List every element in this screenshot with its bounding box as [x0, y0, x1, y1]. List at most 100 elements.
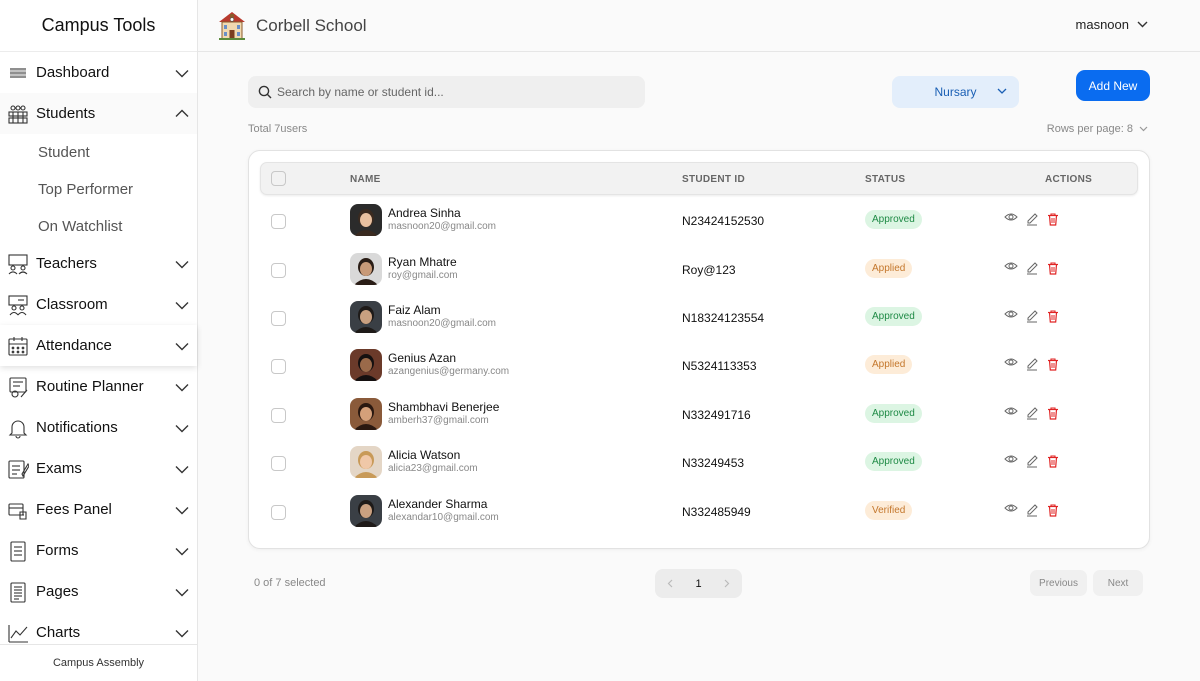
row-checkbox[interactable]: [271, 359, 286, 374]
row-checkbox[interactable]: [271, 408, 286, 423]
delete-icon[interactable]: [1046, 454, 1060, 468]
chevron-down-icon[interactable]: [175, 339, 189, 353]
sidebar-item-label: Attendance: [36, 337, 112, 354]
select-all-checkbox[interactable]: [271, 171, 286, 186]
chevron-right-icon[interactable]: [724, 579, 730, 588]
sidebar-item-attendance[interactable]: Attendance: [0, 325, 197, 366]
student-name: Alexander Sharma: [388, 497, 488, 511]
chevron-down-icon[interactable]: [175, 585, 189, 599]
sidebar-item-label: Students: [36, 105, 96, 122]
edit-icon[interactable]: [1025, 357, 1039, 371]
chevron-down-icon[interactable]: [175, 462, 189, 476]
chevron-down-icon[interactable]: [175, 544, 189, 558]
student-name: Faiz Alam: [388, 303, 441, 317]
edit-icon[interactable]: [1025, 503, 1039, 517]
edit-icon[interactable]: [1025, 261, 1039, 275]
fees-icon: [7, 499, 29, 521]
avatar: [350, 253, 382, 285]
column-header-name: NAME: [350, 174, 381, 185]
student-name: Genius Azan: [388, 351, 457, 365]
student-id: N18324123554: [682, 311, 765, 325]
search-input[interactable]: [277, 85, 627, 99]
table-row[interactable]: Shambhavi Benerjee amberh37@gmail.com N332…: [249, 392, 1149, 440]
chevron-down-icon[interactable]: [175, 66, 189, 80]
sidebar-subitem-on-watchlist[interactable]: On Watchlist: [38, 218, 122, 235]
edit-icon[interactable]: [1025, 212, 1039, 226]
edit-icon[interactable]: [1025, 406, 1039, 420]
row-checkbox[interactable]: [271, 311, 286, 326]
chevron-up-icon[interactable]: [175, 107, 189, 121]
search-box[interactable]: [248, 76, 645, 108]
row-checkbox[interactable]: [271, 456, 286, 471]
rows-per-page-label: Rows per page: 8: [1046, 123, 1133, 135]
student-email: masnoon20@gmail.com: [388, 318, 496, 329]
table-row[interactable]: Genius Azan azangenius@germany.com N532411…: [249, 343, 1149, 391]
delete-icon[interactable]: [1046, 309, 1060, 323]
sidebar-item-fees-panel[interactable]: Fees Panel: [0, 489, 197, 530]
edit-icon[interactable]: [1025, 454, 1039, 468]
chevron-down-icon: [1139, 126, 1148, 132]
eye-icon[interactable]: [1004, 307, 1018, 321]
sidebar-item-dashboard[interactable]: Dashboard: [0, 52, 197, 93]
current-page[interactable]: 1: [695, 578, 701, 590]
table-row[interactable]: Faiz Alam masnoon20@gmail.com N18324123554…: [249, 295, 1149, 343]
sidebar-item-label: Dashboard: [36, 64, 110, 81]
sidebar-item-students[interactable]: Students: [0, 93, 197, 134]
student-id: N332491716: [682, 408, 751, 422]
row-checkbox[interactable]: [271, 214, 286, 229]
chevron-down-icon[interactable]: [175, 257, 189, 271]
status-badge: Approved: [865, 452, 922, 471]
chevron-down-icon[interactable]: [175, 626, 189, 640]
selection-count: 0 of 7 selected: [254, 577, 326, 589]
table-row[interactable]: Alicia Watson alicia23@gmail.com N33249453…: [249, 440, 1149, 488]
delete-icon[interactable]: [1046, 406, 1060, 420]
add-new-button[interactable]: Add New: [1076, 70, 1150, 101]
eye-icon[interactable]: [1004, 501, 1018, 515]
row-checkbox[interactable]: [271, 505, 286, 520]
eye-icon[interactable]: [1004, 210, 1018, 224]
delete-icon[interactable]: [1046, 261, 1060, 275]
next-button[interactable]: Next: [1093, 570, 1143, 596]
sidebar-item-teachers[interactable]: Teachers: [0, 243, 197, 284]
rows-per-page-select[interactable]: Rows per page: 8: [1047, 123, 1148, 135]
chevron-down-icon[interactable]: [175, 503, 189, 517]
chevron-left-icon[interactable]: [667, 579, 673, 588]
student-email: roy@gmail.com: [388, 270, 458, 281]
avatar: [350, 301, 382, 333]
delete-icon[interactable]: [1046, 503, 1060, 517]
sidebar-item-exams[interactable]: Exams: [0, 448, 197, 489]
eye-icon[interactable]: [1004, 355, 1018, 369]
user-menu[interactable]: masnoon: [1076, 17, 1148, 32]
chart-icon: [7, 622, 29, 644]
row-checkbox[interactable]: [271, 263, 286, 278]
sidebar-item-routine-planner[interactable]: Routine Planner: [0, 366, 197, 407]
avatar: [350, 204, 382, 236]
chevron-down-icon[interactable]: [175, 380, 189, 394]
delete-icon[interactable]: [1046, 212, 1060, 226]
calendar-icon: [8, 336, 28, 356]
search-icon: [258, 85, 272, 99]
class-select[interactable]: Nursary: [892, 76, 1019, 108]
table-row[interactable]: Ryan Mhatre roy@gmail.com Roy@123 Applied: [249, 247, 1149, 295]
eye-icon[interactable]: [1004, 404, 1018, 418]
delete-icon[interactable]: [1046, 357, 1060, 371]
edit-icon[interactable]: [1025, 309, 1039, 323]
fees-icon: [8, 502, 27, 520]
table-row[interactable]: Andrea Sinha masnoon20@gmail.com N23424152…: [249, 198, 1149, 246]
sidebar-item-notifications[interactable]: Notifications: [0, 407, 197, 448]
previous-button[interactable]: Previous: [1030, 570, 1087, 596]
sidebar-subitem-top-performer[interactable]: Top Performer: [38, 181, 133, 198]
sidebar-item-label: Pages: [36, 583, 79, 600]
sidebar-subitem-student[interactable]: Student: [38, 144, 90, 161]
chevron-down-icon[interactable]: [175, 421, 189, 435]
table-row[interactable]: Alexander Sharma alexandar10@gmail.com N33…: [249, 489, 1149, 537]
chevron-down-icon[interactable]: [175, 298, 189, 312]
sidebar-item-forms[interactable]: Forms: [0, 530, 197, 571]
sidebar-item-classroom[interactable]: Classroom: [0, 284, 197, 325]
school-name: Corbell School: [256, 15, 367, 35]
school-logo-icon: [219, 11, 245, 40]
form-icon: [10, 540, 26, 562]
eye-icon[interactable]: [1004, 259, 1018, 273]
sidebar-item-pages[interactable]: Pages: [0, 571, 197, 612]
eye-icon[interactable]: [1004, 452, 1018, 466]
